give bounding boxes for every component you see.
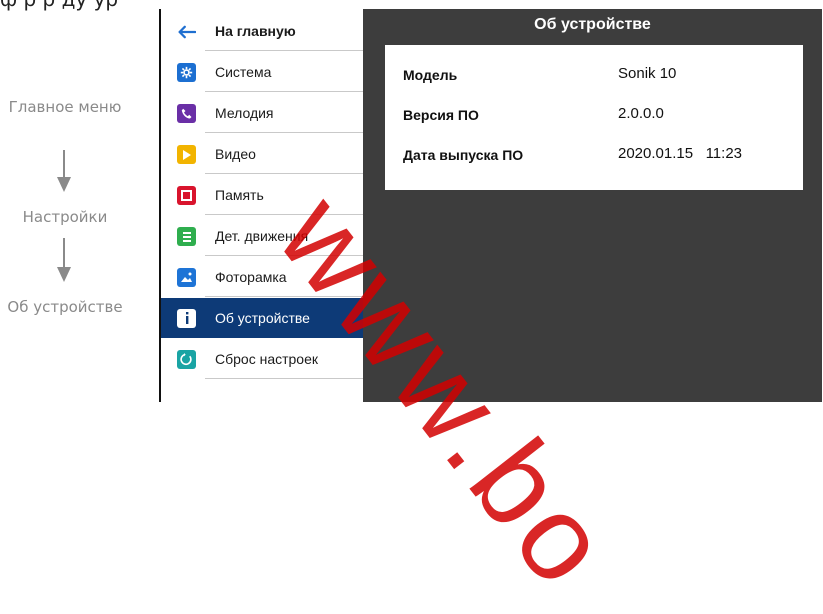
reset-icon <box>177 350 196 369</box>
back-to-home-button[interactable]: На главную <box>161 11 363 51</box>
navigation-flow: Главное меню Настройки Об устройстве <box>0 0 160 402</box>
back-label: На главную <box>215 23 296 39</box>
flow-step-main-menu: Главное меню <box>8 98 122 116</box>
info-key: Дата выпуска ПО <box>403 147 524 163</box>
info-icon <box>177 309 196 328</box>
back-arrow-icon <box>177 22 196 41</box>
motion-icon <box>177 227 196 246</box>
sidebar-item-melody[interactable]: Мелодия <box>161 93 363 133</box>
info-key: Версия ПО <box>403 107 479 123</box>
info-value: 2.0.0.0 <box>618 105 664 122</box>
sidebar-item-label: Об устройстве <box>215 310 310 326</box>
screen-title: Об устройстве <box>534 16 651 33</box>
info-key: Модель <box>403 67 458 83</box>
sidebar-item-label: Видео <box>215 146 256 162</box>
flow-step-settings: Настройки <box>22 208 108 226</box>
sidebar-item-reset-settings[interactable]: Сброс настроек <box>161 339 363 379</box>
device-info-panel: Модель Sonik 10 Версия ПО 2.0.0.0 Дата в… <box>385 45 803 190</box>
sidebar-item-label: Сброс настроек <box>215 351 319 367</box>
sidebar-item-photo-frame[interactable]: Фоторамка <box>161 257 363 297</box>
sidebar-item-label: Мелодия <box>215 105 274 121</box>
picture-icon <box>177 268 196 287</box>
sidebar-item-system[interactable]: Система <box>161 52 363 92</box>
info-row-model: Модель Sonik 10 <box>385 61 803 91</box>
info-row-firmware-version: Версия ПО 2.0.0.0 <box>385 101 803 131</box>
phone-icon <box>177 104 196 123</box>
down-arrow-icon <box>57 238 71 282</box>
sidebar-item-label: Дет. движения <box>215 228 309 244</box>
info-row-release-date: Дата выпуска ПО 2020.01.15 11:23 <box>385 141 803 171</box>
device-screen: На главную Система Мелодия Видео Память … <box>159 9 822 402</box>
sidebar-item-video[interactable]: Видео <box>161 134 363 174</box>
info-value: Sonik 10 <box>618 65 677 82</box>
settings-sidebar: На главную Система Мелодия Видео Память … <box>159 9 363 402</box>
sidebar-item-label: Память <box>215 187 264 203</box>
gear-icon <box>177 63 196 82</box>
sidebar-item-memory[interactable]: Память <box>161 175 363 215</box>
info-value: 2020.01.15 11:23 <box>618 145 742 162</box>
sidebar-item-about-device[interactable]: Об устройстве <box>161 298 363 338</box>
memory-icon <box>177 186 196 205</box>
play-icon <box>177 145 196 164</box>
flow-step-about-device: Об устройстве <box>7 298 123 316</box>
sidebar-item-motion-detection[interactable]: Дет. движения <box>161 216 363 256</box>
sidebar-item-label: Система <box>215 64 272 80</box>
sidebar-item-label: Фоторамка <box>215 269 287 285</box>
down-arrow-icon <box>57 150 71 192</box>
